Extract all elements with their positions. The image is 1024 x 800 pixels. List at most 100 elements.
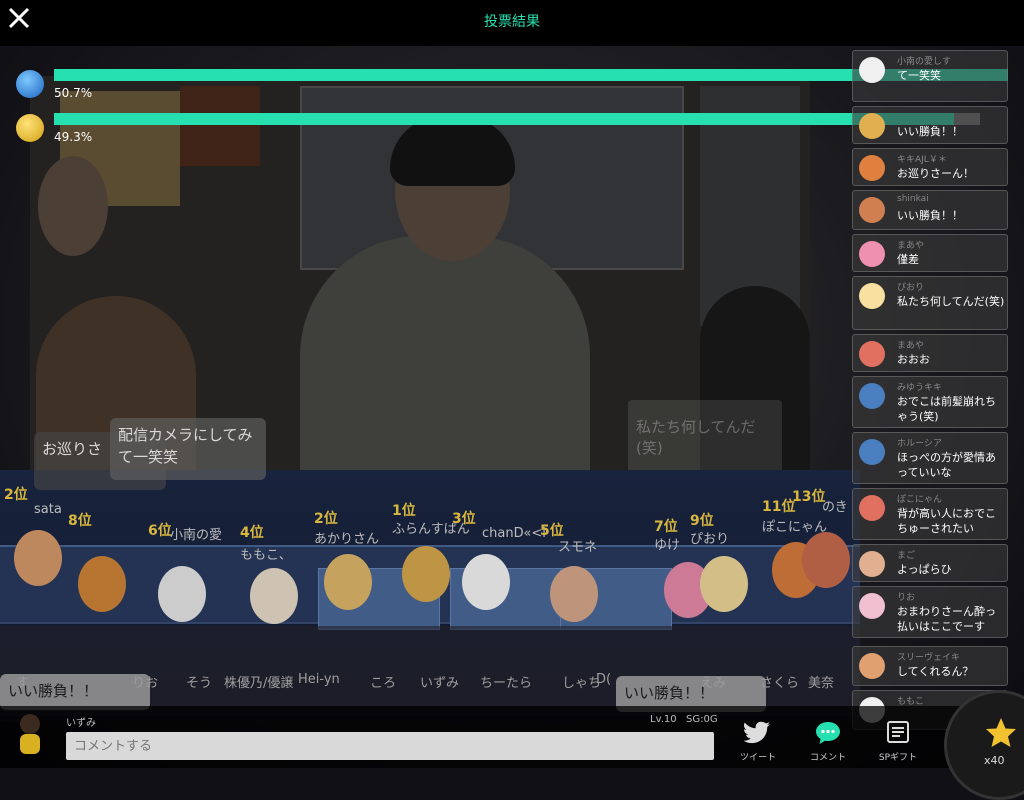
comment-item[interactable]: まあや おおお <box>852 334 1008 372</box>
avatar <box>859 241 885 267</box>
user-avatar[interactable] <box>402 546 450 602</box>
comment-username: 小南の愛しす <box>897 57 951 67</box>
comment-item[interactable]: shinkai いい勝負！！ <box>852 190 1008 230</box>
comment-button[interactable]: コメント <box>798 718 858 764</box>
audience-username: ころ <box>370 676 397 691</box>
rank-label: 8位 <box>68 513 92 529</box>
comment-text: おでこは前髪崩れちゃう(笑) <box>897 395 996 423</box>
comment-item[interactable]: まご よっぱらひ <box>852 544 1008 582</box>
rank-username: スモネ <box>558 540 598 555</box>
rank-label: 13位 <box>792 489 826 505</box>
rank-label: 9位 <box>690 513 714 529</box>
comment-username: まご <box>897 551 916 561</box>
compass-icon <box>16 114 44 142</box>
rank-label: 2位 <box>314 511 338 527</box>
comment-username: まあや <box>897 341 925 351</box>
user-avatar[interactable] <box>14 530 62 586</box>
comment-item[interactable]: まあや 僅差 <box>852 234 1008 272</box>
comment-username: みゆうキキ <box>897 383 943 393</box>
comment-item[interactable]: りお おまわりさーん酔っ払いはここでーす <box>852 586 1008 638</box>
comment-item[interactable]: 小南の愛しす て一笑笑 <box>852 50 1008 102</box>
speech-bubble-icon <box>816 722 840 744</box>
page-title: 投票結果 <box>484 14 540 30</box>
tweet-label: ツイート <box>739 753 776 763</box>
audience-username: そう <box>186 676 213 691</box>
comment-text: おおお <box>897 353 930 366</box>
comment-text: て一笑笑 <box>897 69 941 82</box>
audience-username: いずみ <box>420 676 460 691</box>
comment-item[interactable]: ぴおり私たち何してんだ(笑) <box>852 276 1008 330</box>
comment-username: shinkai <box>897 194 929 204</box>
avatar <box>859 57 885 83</box>
sp-gift-label: SPギフト <box>878 753 918 763</box>
user-avatar[interactable] <box>462 554 510 610</box>
comment-username: ホルーシア <box>897 439 942 449</box>
avatar <box>859 155 885 181</box>
user-avatar[interactable] <box>324 554 372 610</box>
comment-text: いい勝負！！ <box>897 209 963 222</box>
rank-label: 7位 <box>654 519 678 535</box>
rank-username: ももこ、 <box>240 548 292 563</box>
avatar <box>859 383 885 409</box>
rank-username: ゆけ <box>654 538 681 553</box>
rank-username: あかりさん <box>314 532 380 547</box>
top-bar: 投票結果 <box>0 0 1024 46</box>
user-avatar[interactable] <box>158 566 206 622</box>
comment-item[interactable]: いい勝負！！ <box>852 106 1008 144</box>
tweet-button[interactable]: ツイート <box>728 718 788 764</box>
audience-username: 株優乃/優譲 <box>224 676 294 691</box>
comment-label: コメント <box>809 753 846 763</box>
rank-username: のき <box>822 500 848 515</box>
self-name: いずみ <box>66 718 96 729</box>
gift-list-icon <box>887 721 909 743</box>
sg-label: SG:0G <box>686 714 718 725</box>
comment-text: よっぱらひ <box>897 563 952 576</box>
comment-text: 僅差 <box>897 253 919 266</box>
comment-text: いい勝負！！ <box>897 125 963 138</box>
star-icon <box>986 718 1016 747</box>
blue-ball-icon <box>16 70 44 98</box>
self-avatar[interactable] <box>14 712 46 756</box>
rank-username: chanD«<l <box>482 526 546 541</box>
comment-item[interactable]: ホルーシアほっぺの方が愛情あっていいな <box>852 432 1008 484</box>
rank-label: 1位 <box>392 503 416 519</box>
comment-text: してくれるん？ <box>897 665 974 678</box>
comment-item[interactable]: スリーヴェイキしてくれるん？ <box>852 646 1008 686</box>
comment-item[interactable]: みゆうキキおでこは前髪崩れちゃう(笑) <box>852 376 1008 428</box>
comment-input[interactable] <box>66 732 714 760</box>
rank-username: ぴおり <box>690 532 730 547</box>
avatar <box>859 495 885 521</box>
poll-bar-fill <box>54 113 954 125</box>
avatar <box>859 283 885 309</box>
speech-bubble: 配信カメラにしてみて一笑笑 <box>110 418 266 480</box>
user-avatar[interactable] <box>802 532 850 588</box>
star-count: x40 <box>984 754 1005 767</box>
comment-username: ぴおり <box>897 283 925 293</box>
twitter-bird-icon <box>743 721 770 744</box>
poll-percent: 49.3% <box>54 130 93 144</box>
comment-text: おまわりさーん酔っ払いはここでーす <box>897 605 996 633</box>
comment-username: キキAJL￥＊ <box>897 155 947 165</box>
avatar <box>859 439 885 465</box>
user-avatar[interactable] <box>550 566 598 622</box>
audience-username: Hei-yn <box>298 672 340 687</box>
user-avatar[interactable] <box>250 568 298 624</box>
rank-username: 小南の愛 <box>170 528 223 543</box>
comment-text: お巡りさーん！ <box>897 167 974 180</box>
user-avatar[interactable] <box>700 556 748 612</box>
avatar <box>859 653 885 679</box>
comment-text: ほっぺの方が愛情あっていいな <box>897 451 996 479</box>
audience-username: D( <box>596 672 612 687</box>
comment-item[interactable]: ぽこにゃん 背が高い人におでこちゅーされたい <box>852 488 1008 540</box>
comment-username: スリーヴェイキ <box>897 653 961 663</box>
rank-label: 4位 <box>240 525 264 541</box>
comment-feed[interactable]: 小南の愛しす て一笑笑いい勝負！！ キキAJL￥＊ お巡りさーん！ shinkai いい勝… <box>850 50 1010 768</box>
sp-gift-button[interactable]: SPギフト <box>868 718 928 764</box>
avatar <box>859 113 885 139</box>
rank-label: 2位 <box>4 487 28 503</box>
avatar <box>859 551 885 577</box>
user-avatar[interactable] <box>78 556 126 612</box>
comment-item[interactable]: キキAJL￥＊ お巡りさーん！ <box>852 148 1008 186</box>
avatar-icon <box>20 714 40 754</box>
comment-text: 私たち何してんだ(笑) <box>897 295 1005 308</box>
